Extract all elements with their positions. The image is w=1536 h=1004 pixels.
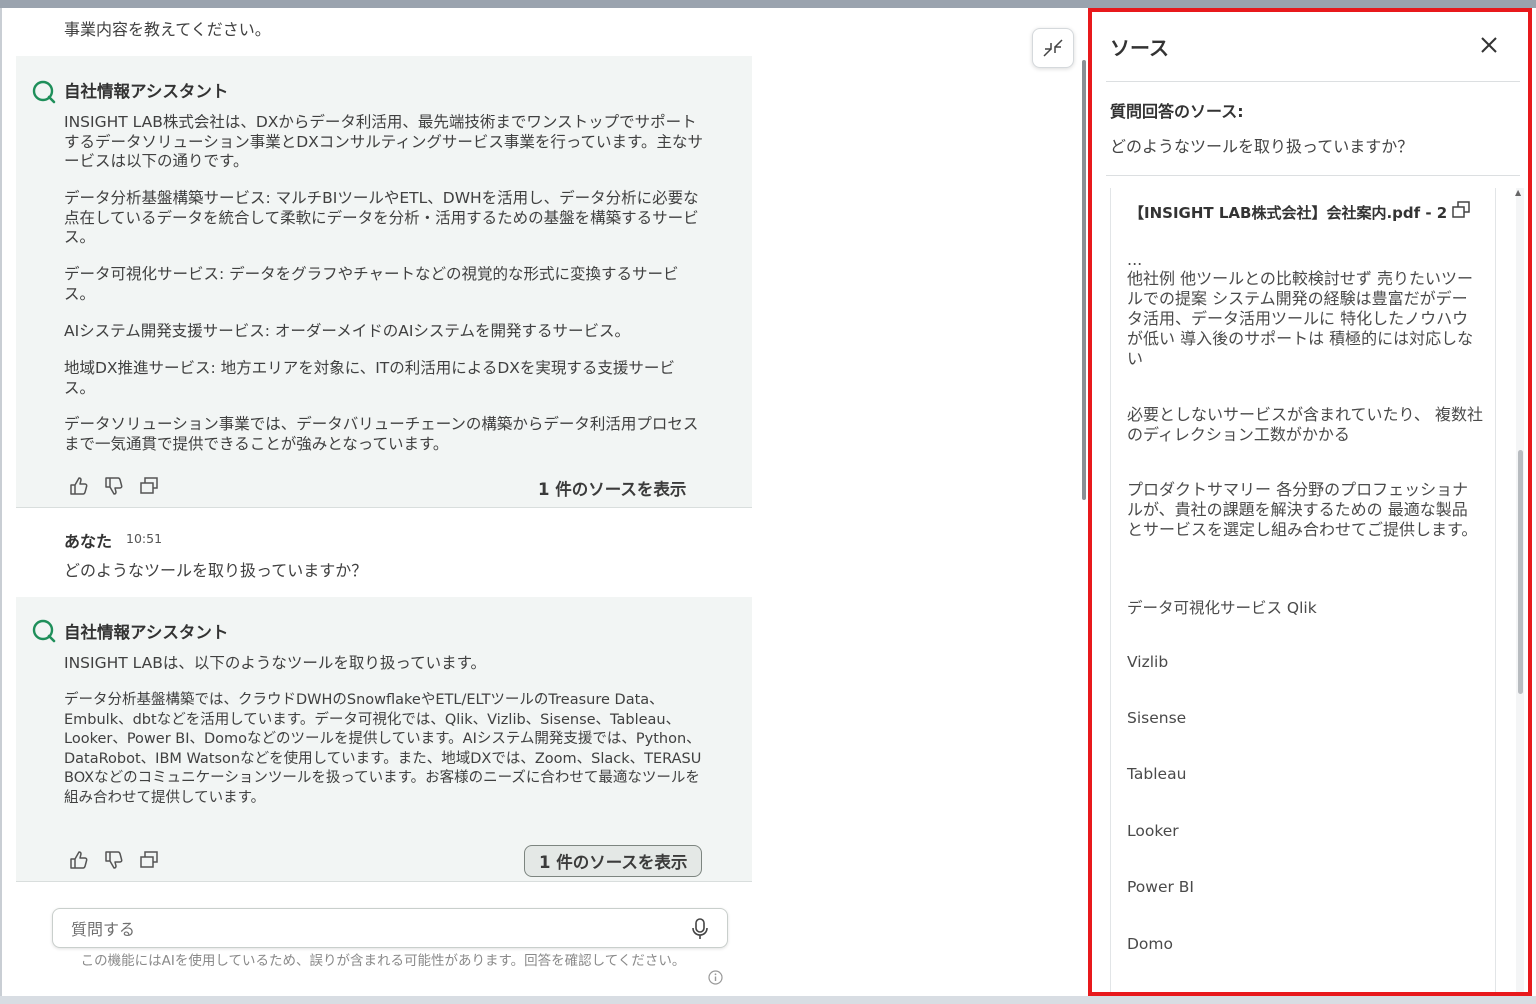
answer1-paragraph-3: データ可視化サービス: データをグラフやチャートなどの視覚的な形式に変換するサー… — [64, 265, 679, 303]
scroll-up-arrow-icon[interactable]: ▲ — [1515, 188, 1521, 197]
collapse-button[interactable] — [1032, 28, 1074, 68]
divider — [1106, 81, 1520, 82]
source-item: Sisense — [1127, 709, 1187, 727]
source-item: Domo — [1127, 935, 1174, 953]
panel-scrollbar-thumb[interactable] — [1518, 450, 1523, 694]
show-sources-link-1[interactable]: 1 件のソースを表示 — [538, 476, 686, 500]
microphone-icon[interactable] — [691, 918, 709, 940]
source-ellipsis: ... — [1127, 250, 1143, 269]
answer1-paragraph-5: 地域DX推進サービス: 地方エリアを対象に、ITの利活用によるDXを実現する支援… — [64, 359, 675, 397]
show-sources-button-2[interactable]: 1 件のソースを表示 — [524, 845, 703, 877]
question-input[interactable] — [71, 917, 671, 941]
source-excerpt-2: 必要としないサービスが含まれていたり、 複数社のディレクション工数がかかる — [1127, 405, 1483, 444]
thumbs-down-icon[interactable] — [103, 475, 125, 497]
assistant-name: 自社情報アシスタント — [64, 623, 229, 642]
source-item: Looker — [1127, 822, 1179, 840]
divider — [1106, 175, 1520, 176]
assistant-icon — [32, 619, 56, 643]
source-item: Tableau — [1127, 765, 1187, 783]
source-document-title[interactable]: 【INSIGHT LAB株式会社】会社案内.pdf - 2 — [1129, 202, 1447, 223]
answer2-paragraph-2: データ分析基盤構築では、クラウドDWHのSnowflakeやETL/ELTツール… — [64, 692, 702, 806]
question-input-box — [52, 908, 728, 948]
previous-question-tail: 事業内容を教えてください。 — [64, 20, 271, 39]
sources-panel: ソース 質問回答のソース: どのようなツールを取り扱っていますか？ 【INSIG… — [1088, 8, 1532, 996]
source-excerpt-1: 他社例 他ツールとの比較検討せず 売りたいツールでの提案 システム開発の経験は豊… — [1127, 269, 1474, 368]
source-item: Power BI — [1127, 878, 1194, 896]
copy-icon[interactable] — [138, 475, 160, 497]
answer1-paragraph-2: データ分析基盤構築サービス: マルチBIツールやETL、DWHを活用し、データ分… — [64, 189, 699, 246]
info-icon[interactable] — [708, 970, 723, 985]
panel-title: ソース — [1110, 36, 1169, 60]
thumbs-up-icon[interactable] — [68, 475, 90, 497]
question-source-label: 質問回答のソース: — [1110, 102, 1244, 121]
chat-scrollbar[interactable] — [1082, 60, 1086, 500]
user-timestamp: 10:51 — [126, 531, 163, 546]
answer1-actions — [68, 475, 168, 497]
collapse-arrows-icon — [1043, 39, 1063, 57]
user-message: どのようなツールを取り扱っていますか？ — [64, 561, 368, 580]
panel-question: どのようなツールを取り扱っていますか？ — [1110, 137, 1414, 156]
assistant-message-1: 自社情報アシスタント INSIGHT LAB株式会社は、DXからデータ利活用、最… — [16, 56, 752, 508]
thumbs-up-icon[interactable] — [68, 849, 90, 871]
window-bottom-bar — [0, 996, 1536, 1004]
ai-disclaimer: この機能にはAIを使用しているため、誤りが含まれる可能性があります。回答を確認し… — [80, 953, 686, 969]
answer2-paragraph-1: INSIGHT LABは、以下のようなツールを取り扱っています。 — [64, 654, 487, 672]
assistant-message-2: 自社情報アシスタント INSIGHT LABは、以下のようなツールを取り扱ってい… — [16, 597, 752, 882]
chat-area: 事業内容を教えてください。 自社情報アシスタント INSIGHT LAB株式会社… — [2, 8, 1084, 996]
source-card: 【INSIGHT LAB株式会社】会社案内.pdf - 2 ... 他社例 他ツ… — [1110, 188, 1496, 992]
answer1-paragraph-4: AIシステム開発支援サービス: オーダーメイドのAIシステムを開発するサービス。 — [64, 322, 630, 340]
assistant-name: 自社情報アシスタント — [64, 82, 229, 101]
answer2-actions — [68, 849, 168, 871]
answer1-paragraph-6: データソリューション事業では、データバリューチェーンの構築からデータ利活用プロセ… — [64, 415, 699, 453]
user-name: あなた — [64, 532, 113, 551]
close-icon[interactable] — [1478, 34, 1500, 56]
source-item: データ可視化サービス Qlik — [1127, 599, 1317, 617]
source-item: Vizlib — [1127, 653, 1169, 671]
window-top-bar — [0, 0, 1536, 8]
thumbs-down-icon[interactable] — [103, 849, 125, 871]
answer1-paragraph-1: INSIGHT LAB株式会社は、DXからデータ利活用、最先端技術までワンストッ… — [64, 113, 703, 170]
source-excerpt-3: プロダクトサマリー 各分野のプロフェッショナルが、貴社の課題を解決するための 最… — [1127, 480, 1478, 539]
assistant-icon — [32, 80, 56, 104]
copy-icon[interactable] — [138, 849, 160, 871]
open-external-icon[interactable] — [1451, 200, 1471, 220]
